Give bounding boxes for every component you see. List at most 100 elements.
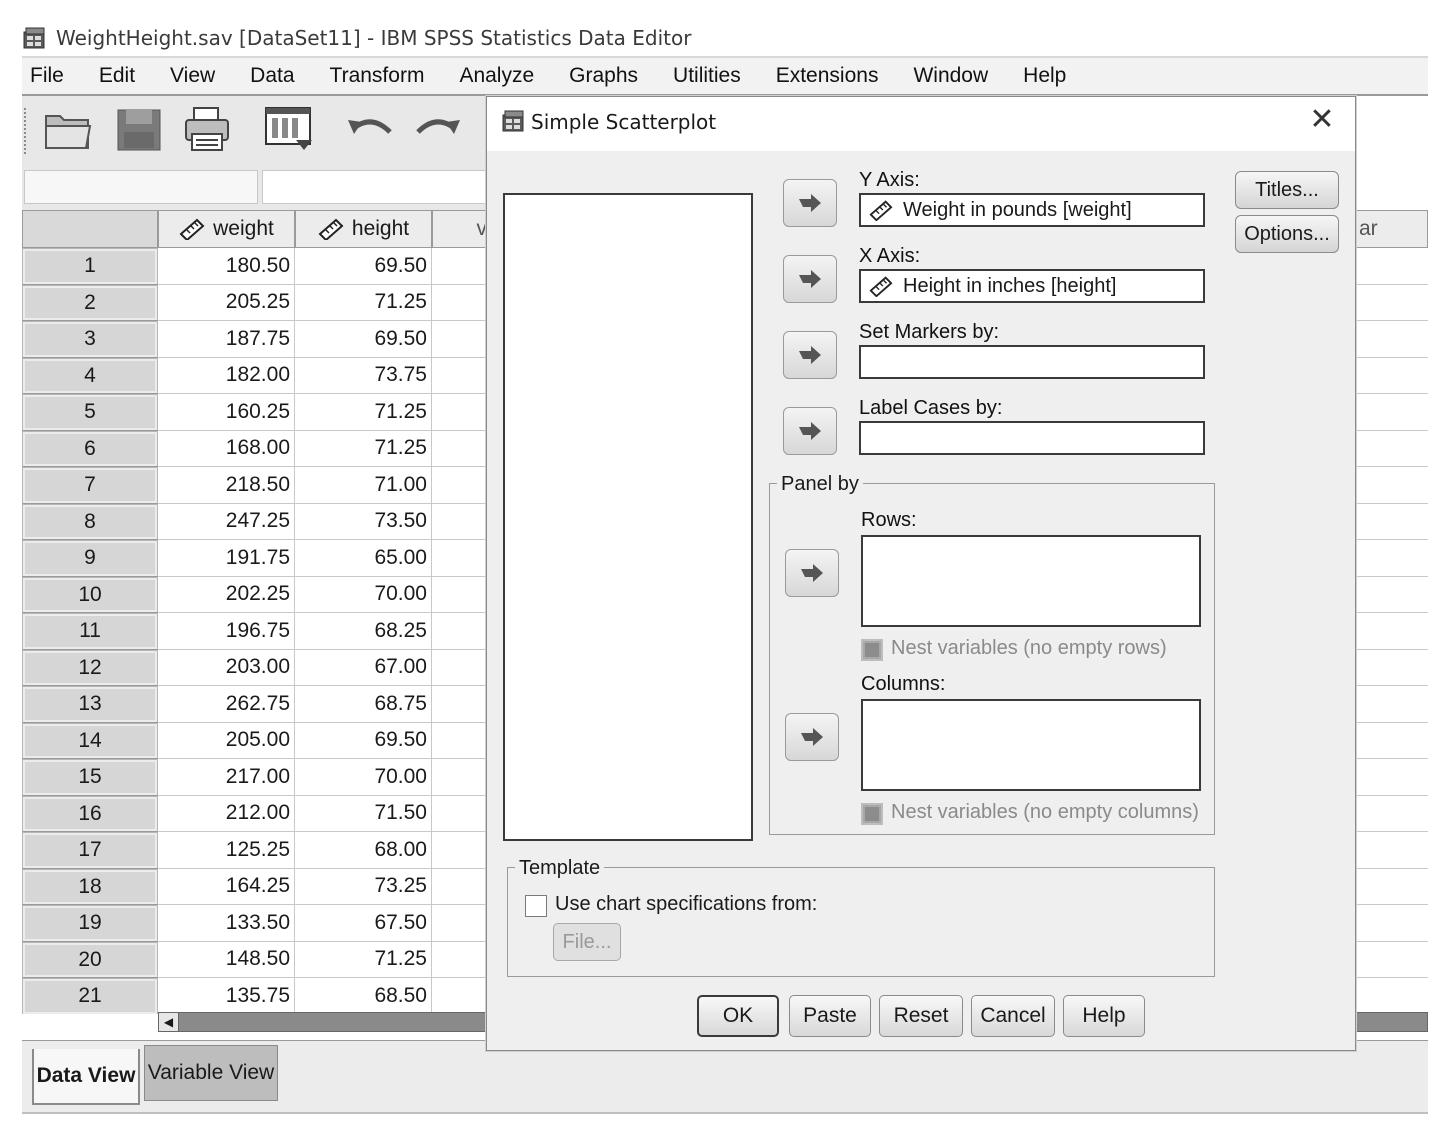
cell-empty[interactable] [1356, 431, 1428, 467]
cell-height[interactable]: 70.00 [295, 576, 432, 613]
cell-empty[interactable] [1356, 942, 1428, 978]
cell-empty[interactable] [1356, 650, 1428, 686]
menu-extensions[interactable]: Extensions [776, 64, 879, 88]
cell-empty[interactable] [1356, 796, 1428, 832]
cell-empty[interactable] [432, 503, 492, 540]
cell-empty[interactable] [432, 357, 492, 394]
cell-height[interactable]: 68.00 [295, 832, 432, 869]
source-variable-list[interactable] [503, 193, 753, 841]
cell-reference-field[interactable] [24, 170, 258, 204]
cell-weight[interactable]: 168.00 [158, 430, 295, 467]
cell-empty[interactable] [432, 394, 492, 431]
cell-weight[interactable]: 218.50 [158, 467, 295, 504]
help-button[interactable]: Help [1063, 995, 1145, 1037]
row-number[interactable]: 3 [22, 321, 158, 358]
row-number[interactable]: 17 [22, 832, 158, 869]
row-number[interactable]: 19 [22, 905, 158, 942]
cell-height[interactable]: 69.50 [295, 722, 432, 759]
open-folder-icon[interactable] [42, 106, 94, 154]
cell-weight[interactable]: 196.75 [158, 613, 295, 650]
menu-transform[interactable]: Transform [330, 64, 425, 88]
menu-view[interactable]: View [170, 64, 215, 88]
cell-weight[interactable]: 205.00 [158, 722, 295, 759]
cell-weight[interactable]: 133.50 [158, 905, 295, 942]
menu-window[interactable]: Window [913, 64, 988, 88]
cell-height[interactable]: 67.00 [295, 649, 432, 686]
nest-columns-checkbox[interactable] [861, 803, 883, 825]
cell-empty[interactable] [1356, 285, 1428, 321]
cell-empty[interactable] [432, 686, 492, 723]
cell-empty[interactable] [432, 284, 492, 321]
cell-weight[interactable]: 212.00 [158, 795, 295, 832]
row-number[interactable]: 8 [22, 503, 158, 540]
cell-weight[interactable]: 135.75 [158, 978, 295, 1014]
move-to-y-axis-button[interactable] [783, 179, 837, 227]
column-header-var[interactable]: v [432, 210, 492, 248]
menu-analyze[interactable]: Analyze [459, 64, 534, 88]
cell-empty[interactable] [1356, 467, 1428, 504]
file-button[interactable]: File... [553, 923, 621, 961]
y-axis-field[interactable]: Weight in pounds [weight] [859, 193, 1205, 227]
menu-help[interactable]: Help [1023, 64, 1066, 88]
move-to-columns-button[interactable] [785, 713, 839, 761]
cell-height[interactable]: 71.25 [295, 284, 432, 321]
cell-weight[interactable]: 205.25 [158, 284, 295, 321]
row-number[interactable]: 13 [22, 686, 158, 723]
horizontal-scrollbar[interactable]: ◀ [158, 1012, 488, 1032]
row-number[interactable]: 10 [22, 576, 158, 613]
cell-empty[interactable] [1356, 978, 1428, 1010]
nest-rows-checkbox[interactable] [861, 639, 883, 661]
cell-height[interactable]: 71.00 [295, 467, 432, 504]
columns-panel-list[interactable] [861, 699, 1201, 791]
cell-empty[interactable] [432, 321, 492, 358]
cell-height[interactable]: 69.50 [295, 321, 432, 358]
cell-height[interactable]: 73.75 [295, 357, 432, 394]
move-to-set-markers-button[interactable] [783, 331, 837, 379]
set-markers-field[interactable] [859, 345, 1205, 379]
cell-weight[interactable]: 180.50 [158, 248, 295, 285]
cell-empty[interactable] [1356, 504, 1428, 540]
cell-empty[interactable] [432, 978, 492, 1014]
cell-height[interactable]: 71.25 [295, 430, 432, 467]
cell-empty[interactable] [432, 576, 492, 613]
cell-empty[interactable] [432, 430, 492, 467]
use-chart-spec-checkbox[interactable] [525, 895, 547, 917]
cell-height[interactable]: 71.25 [295, 941, 432, 978]
cell-empty[interactable] [432, 759, 492, 796]
print-icon[interactable] [182, 106, 234, 154]
close-icon[interactable]: ✕ [1307, 105, 1337, 135]
move-to-x-axis-button[interactable] [783, 255, 837, 303]
row-number[interactable]: 6 [22, 430, 158, 467]
label-cases-field[interactable] [859, 421, 1205, 455]
cell-empty[interactable] [432, 905, 492, 942]
ok-button[interactable]: OK [697, 995, 779, 1037]
cell-empty[interactable] [1356, 869, 1428, 905]
reset-button[interactable]: Reset [879, 995, 963, 1037]
cell-height[interactable]: 68.25 [295, 613, 432, 650]
cell-empty[interactable] [432, 795, 492, 832]
cell-empty[interactable] [432, 248, 492, 285]
cell-height[interactable]: 68.75 [295, 686, 432, 723]
save-icon[interactable] [114, 106, 166, 154]
cell-weight[interactable]: 217.00 [158, 759, 295, 796]
cell-empty[interactable] [1356, 321, 1428, 358]
row-number[interactable]: 18 [22, 868, 158, 905]
cell-editor-field[interactable] [262, 170, 492, 204]
menu-edit[interactable]: Edit [99, 64, 135, 88]
cell-empty[interactable] [432, 832, 492, 869]
menu-file[interactable]: File [30, 64, 64, 88]
cell-weight[interactable]: 160.25 [158, 394, 295, 431]
cell-empty[interactable] [1356, 248, 1428, 285]
move-to-rows-button[interactable] [785, 549, 839, 597]
cell-empty[interactable] [1356, 686, 1428, 723]
menu-utilities[interactable]: Utilities [673, 64, 741, 88]
row-number[interactable]: 5 [22, 394, 158, 431]
cell-empty[interactable] [432, 540, 492, 577]
options-button[interactable]: Options... [1235, 215, 1339, 253]
row-number[interactable]: 16 [22, 795, 158, 832]
cancel-button[interactable]: Cancel [971, 995, 1055, 1037]
cell-weight[interactable]: 164.25 [158, 868, 295, 905]
column-header-height[interactable]: height [295, 210, 432, 248]
cell-height[interactable]: 73.50 [295, 503, 432, 540]
row-number[interactable]: 12 [22, 649, 158, 686]
